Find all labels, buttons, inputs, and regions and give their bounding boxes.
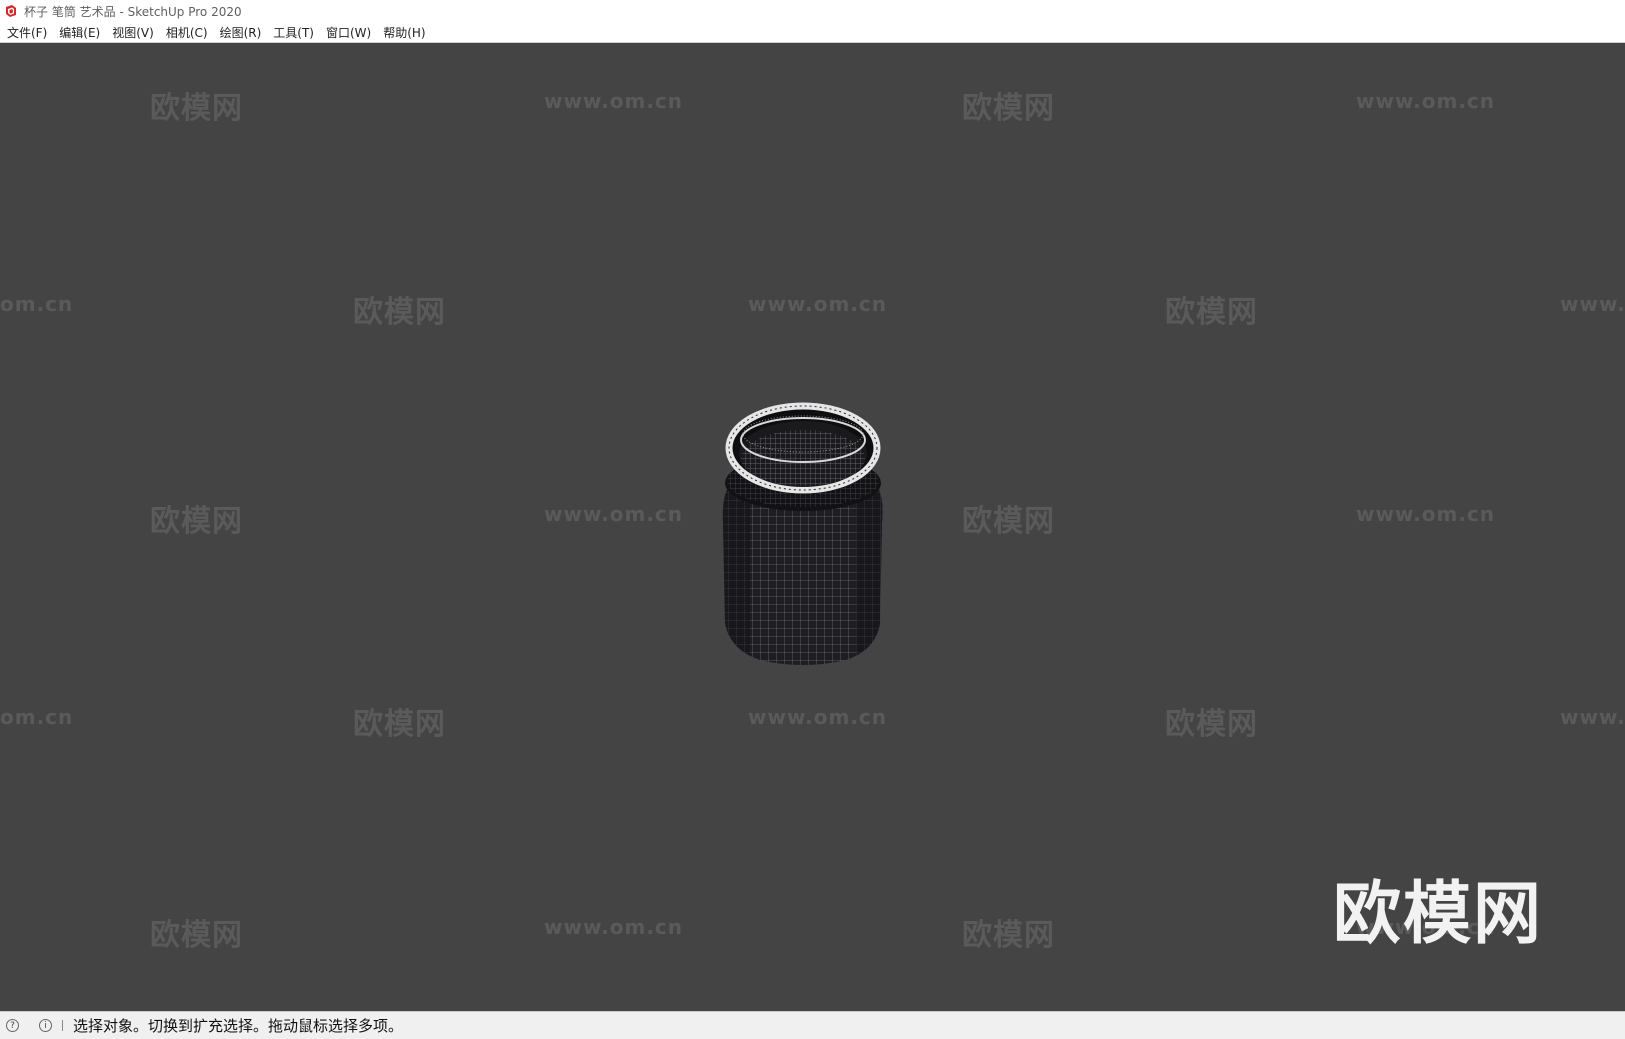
watermark-url: www.om.cn (1356, 502, 1496, 526)
watermark-url: www.om.cn (544, 89, 684, 113)
window-title: 杯子 笔筒 艺术品 - SketchUp Pro 2020 (24, 4, 242, 19)
watermark-brand: 欧模网 (150, 504, 243, 539)
watermark-brand: 欧模网 (962, 504, 1055, 539)
watermark-brand: 欧模网 (1165, 295, 1258, 330)
watermark-url: om.cn (0, 705, 74, 729)
watermark-url: om.cn (0, 292, 74, 316)
watermark-brand: 欧模网 (150, 918, 243, 953)
menu-window[interactable]: 窗口(W) (321, 24, 378, 41)
watermark-url: www. (1560, 292, 1625, 316)
menu-tools[interactable]: 工具(T) (268, 24, 321, 41)
watermark-brand: 欧模网 (353, 707, 446, 742)
watermark-brand: 欧模网 (1165, 707, 1258, 742)
watermark-brand: 欧模网 (962, 918, 1055, 953)
menu-file[interactable]: 文件(F) (2, 24, 54, 41)
brand-logo-watermark: 欧模网 (1333, 875, 1544, 954)
menu-view[interactable]: 视图(V) (107, 24, 161, 41)
watermark-url: www.om.cn (748, 705, 888, 729)
watermark-url: www.om.cn (1356, 89, 1496, 113)
title-bar: 杯子 笔筒 艺术品 - SketchUp Pro 2020 (0, 0, 1625, 22)
menu-camera[interactable]: 相机(C) (161, 24, 215, 41)
menu-help[interactable]: 帮助(H) (378, 24, 432, 41)
status-message: 选择对象。切换到扩充选择。拖动鼠标选择多项。 (73, 1017, 404, 1035)
geolocation-icon[interactable]: ? (6, 1019, 19, 1032)
menu-edit[interactable]: 编辑(E) (54, 24, 107, 41)
status-divider (62, 1020, 63, 1031)
watermark-url: www.om.cn (748, 292, 888, 316)
wireframe-jar-model[interactable] (720, 388, 886, 678)
model-viewport[interactable]: 欧模网 www.om.cn 欧模网 www.om.cn om.cn 欧模网 ww… (0, 43, 1625, 1011)
menu-draw[interactable]: 绘图(R) (215, 24, 269, 41)
watermark-url: www.om.cn (544, 915, 684, 939)
watermark-url: www. (1560, 705, 1625, 729)
watermark-brand: 欧模网 (962, 91, 1055, 126)
watermark-url: www.om.cn (544, 502, 684, 526)
watermark-brand: 欧模网 (353, 295, 446, 330)
sketchup-logo-icon (6, 5, 16, 17)
watermark-brand: 欧模网 (150, 91, 243, 126)
info-icon[interactable]: i (39, 1019, 52, 1032)
menu-bar: 文件(F) 编辑(E) 视图(V) 相机(C) 绘图(R) 工具(T) 窗口(W… (0, 22, 1625, 43)
status-bar: ? i 选择对象。切换到扩充选择。拖动鼠标选择多项。 (0, 1011, 1625, 1039)
